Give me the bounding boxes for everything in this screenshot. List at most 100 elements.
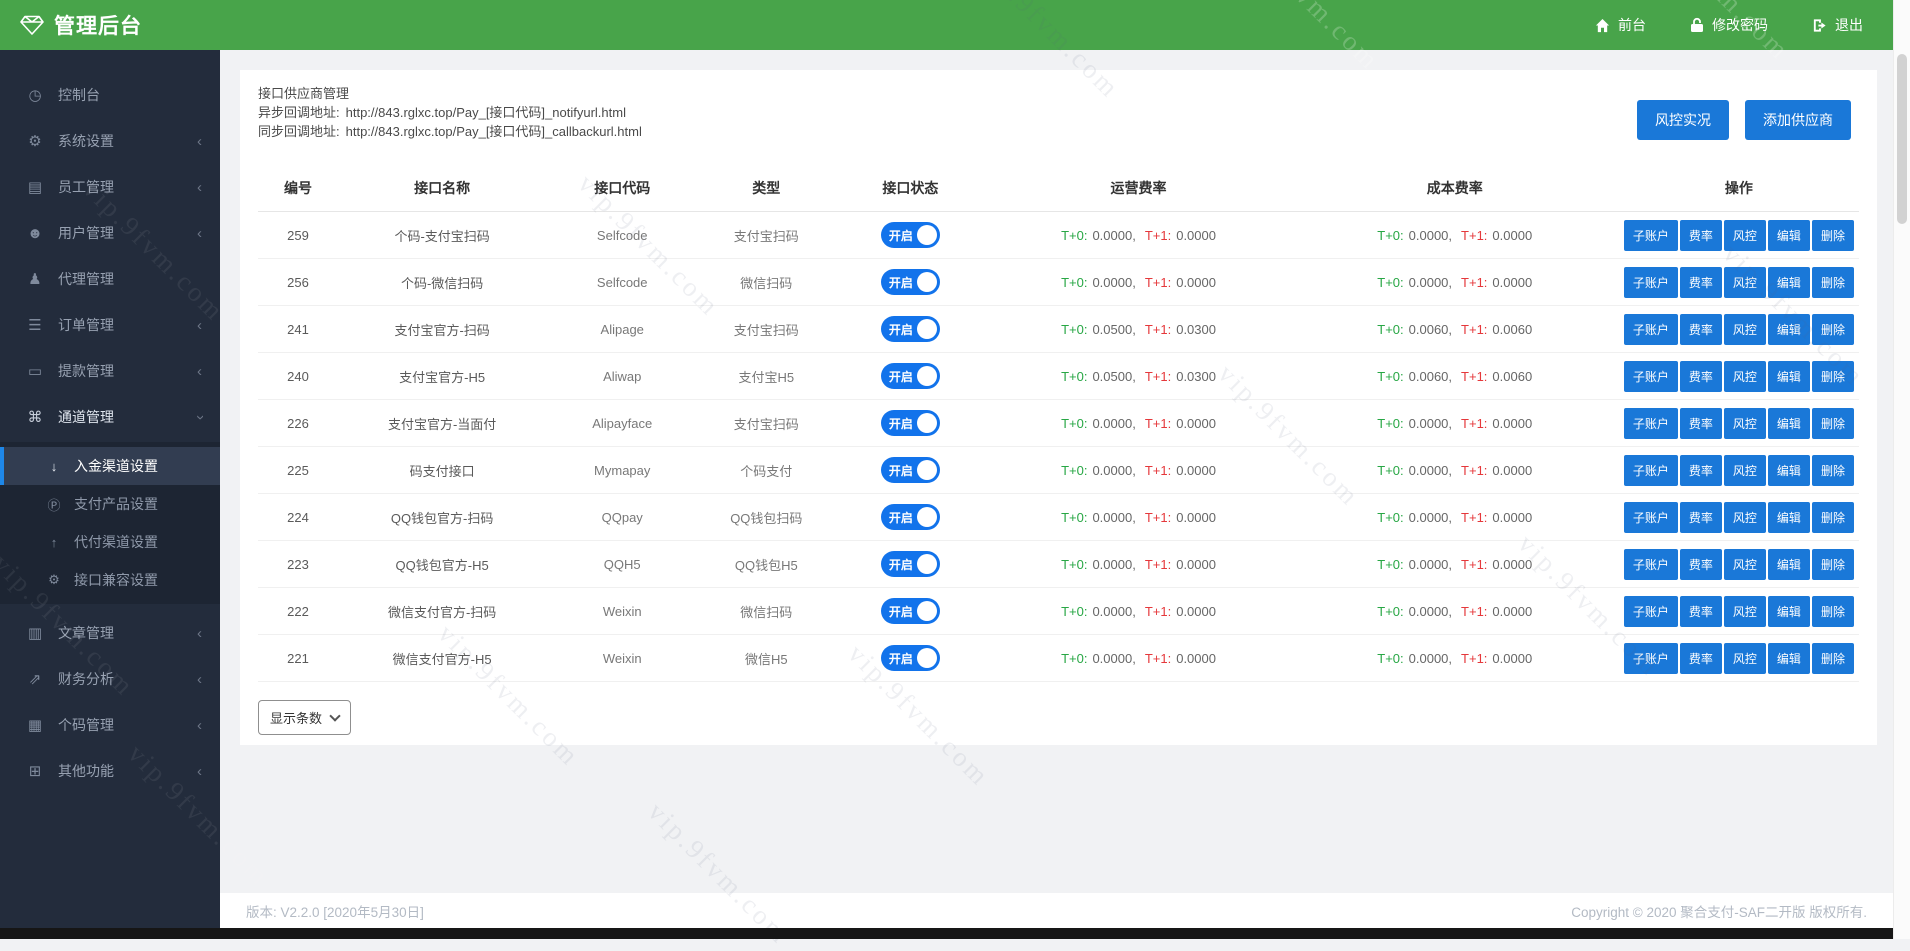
status-toggle[interactable]: 开启 xyxy=(881,222,940,248)
status-toggle[interactable]: 开启 xyxy=(881,316,940,342)
status-toggle[interactable]: 开启 xyxy=(881,269,940,295)
fee-rate-button[interactable]: 费率 xyxy=(1680,408,1722,439)
delete-button[interactable]: 删除 xyxy=(1812,361,1854,392)
subaccount-button[interactable]: 子账户 xyxy=(1624,643,1678,674)
fee-rate-button[interactable]: 费率 xyxy=(1680,643,1722,674)
sidebar-item-personal-code-management[interactable]: ▦个码管理‹ xyxy=(0,702,220,748)
delete-button[interactable]: 删除 xyxy=(1812,314,1854,345)
sidebar-item-staff-management[interactable]: ▤员工管理‹ xyxy=(0,164,220,210)
fee-rate-button[interactable]: 费率 xyxy=(1680,314,1722,345)
edit-button[interactable]: 编辑 xyxy=(1768,267,1810,298)
sidebar-item-dashboard[interactable]: ◷控制台 xyxy=(0,72,220,118)
delete-button[interactable]: 删除 xyxy=(1812,220,1854,251)
op-rate-cell: T+0:0.0500,T+1:0.0300 xyxy=(986,306,1290,353)
sidebar-item-article-management[interactable]: ▥文章管理‹ xyxy=(0,610,220,656)
edit-button[interactable]: 编辑 xyxy=(1768,596,1810,627)
sidebar-item-order-management[interactable]: ☰订单管理‹ xyxy=(0,302,220,348)
status-toggle[interactable]: 开启 xyxy=(881,504,940,530)
subaccount-button[interactable]: 子账户 xyxy=(1624,455,1678,486)
risk-control-button[interactable]: 风控 xyxy=(1724,455,1766,486)
sidebar-subitem-interface-compat-settings[interactable]: ⚙接口兼容设置 xyxy=(0,561,220,599)
toggle-label: 开启 xyxy=(889,650,913,667)
delete-button[interactable]: 删除 xyxy=(1812,596,1854,627)
sidebar-subitem-label: 代付渠道设置 xyxy=(74,532,158,552)
nav-change-password[interactable]: 修改密码 xyxy=(1690,15,1768,35)
subaccount-button[interactable]: 子账户 xyxy=(1624,267,1678,298)
toggle-knob-icon xyxy=(917,272,937,292)
risk-control-button[interactable]: 风控 xyxy=(1724,314,1766,345)
delete-button[interactable]: 删除 xyxy=(1812,502,1854,533)
status-toggle[interactable]: 开启 xyxy=(881,363,940,389)
rate-t1-label: T+1: xyxy=(1145,416,1171,431)
risk-control-button[interactable]: 风控 xyxy=(1724,267,1766,298)
subaccount-button[interactable]: 子账户 xyxy=(1624,361,1678,392)
edit-button[interactable]: 编辑 xyxy=(1768,502,1810,533)
column-header: 运营费率 xyxy=(986,165,1290,212)
delete-button[interactable]: 删除 xyxy=(1812,455,1854,486)
fee-rate-button[interactable]: 费率 xyxy=(1680,502,1722,533)
rate-t1-label: T+1: xyxy=(1145,322,1171,337)
status-toggle[interactable]: 开启 xyxy=(881,457,940,483)
sidebar-item-agent-management[interactable]: ♟代理管理 xyxy=(0,256,220,302)
rate-t0-value: 0.0060 xyxy=(1409,369,1449,384)
sidebar-item-user-management[interactable]: ☻用户管理‹ xyxy=(0,210,220,256)
fee-rate-button[interactable]: 费率 xyxy=(1680,455,1722,486)
sidebar-subitem-deposit-channel-settings[interactable]: ↓入金渠道设置 xyxy=(0,447,220,485)
subaccount-button[interactable]: 子账户 xyxy=(1624,502,1678,533)
subaccount-button[interactable]: 子账户 xyxy=(1624,408,1678,439)
delete-button[interactable]: 删除 xyxy=(1812,408,1854,439)
delete-button[interactable]: 删除 xyxy=(1812,643,1854,674)
rate-t1-label: T+1: xyxy=(1461,416,1487,431)
table-row: 259个码-支付宝扫码Selfcode支付宝扫码开启T+0:0.0000,T+1… xyxy=(258,212,1859,259)
scrollbar-thumb[interactable] xyxy=(1897,54,1907,224)
status-toggle[interactable]: 开启 xyxy=(881,410,940,436)
sidebar-item-system-settings[interactable]: ⚙系统设置‹ xyxy=(0,118,220,164)
status-toggle[interactable]: 开启 xyxy=(881,598,940,624)
sidebar-item-other-functions[interactable]: ⊞其他功能‹ xyxy=(0,748,220,794)
delete-button[interactable]: 删除 xyxy=(1812,267,1854,298)
rate-t0-label: T+0: xyxy=(1377,463,1403,478)
edit-button[interactable]: 编辑 xyxy=(1768,314,1810,345)
nav-frontend[interactable]: 前台 xyxy=(1595,15,1646,35)
nav-logout[interactable]: 退出 xyxy=(1812,15,1863,35)
fee-rate-button[interactable]: 费率 xyxy=(1680,267,1722,298)
rate-t0-label: T+0: xyxy=(1061,651,1087,666)
risk-control-button[interactable]: 风控 xyxy=(1724,408,1766,439)
sidebar-item-finance-analysis[interactable]: ⇗财务分析‹ xyxy=(0,656,220,702)
row-type: 支付宝扫码 xyxy=(698,212,834,259)
subaccount-button[interactable]: 子账户 xyxy=(1624,549,1678,580)
edit-button[interactable]: 编辑 xyxy=(1768,455,1810,486)
fee-rate-button[interactable]: 费率 xyxy=(1680,549,1722,580)
toggle-label: 开启 xyxy=(889,227,913,244)
scrollbar-track[interactable] xyxy=(1893,0,1910,939)
status-toggle[interactable]: 开启 xyxy=(881,645,940,671)
rate-t0-label: T+0: xyxy=(1061,510,1087,525)
risk-control-button[interactable]: 风控 xyxy=(1724,502,1766,533)
risk-control-button[interactable]: 风控 xyxy=(1724,596,1766,627)
edit-button[interactable]: 编辑 xyxy=(1768,220,1810,251)
edit-button[interactable]: 编辑 xyxy=(1768,361,1810,392)
edit-button[interactable]: 编辑 xyxy=(1768,643,1810,674)
edit-button[interactable]: 编辑 xyxy=(1768,408,1810,439)
subaccount-button[interactable]: 子账户 xyxy=(1624,314,1678,345)
risk-control-button[interactable]: 风控 xyxy=(1724,361,1766,392)
subaccount-button[interactable]: 子账户 xyxy=(1624,596,1678,627)
add-provider-button[interactable]: 添加供应商 xyxy=(1745,100,1851,140)
fee-rate-button[interactable]: 费率 xyxy=(1680,361,1722,392)
delete-button[interactable]: 删除 xyxy=(1812,549,1854,580)
rate-separator: , xyxy=(1132,604,1136,619)
risk-control-button[interactable]: 风控 xyxy=(1724,549,1766,580)
risk-control-button[interactable]: 风控 xyxy=(1724,220,1766,251)
risk-control-button[interactable]: 风控 xyxy=(1724,643,1766,674)
sidebar-item-withdraw-management[interactable]: ▭提款管理‹ xyxy=(0,348,220,394)
sidebar-subitem-payment-product-settings[interactable]: Ⓟ支付产品设置 xyxy=(0,485,220,523)
status-toggle[interactable]: 开启 xyxy=(881,551,940,577)
sidebar-item-channel-management[interactable]: ⌘通道管理‹ xyxy=(0,394,220,440)
fee-rate-button[interactable]: 费率 xyxy=(1680,596,1722,627)
subaccount-button[interactable]: 子账户 xyxy=(1624,220,1678,251)
fee-rate-button[interactable]: 费率 xyxy=(1680,220,1722,251)
edit-button[interactable]: 编辑 xyxy=(1768,549,1810,580)
sidebar-subitem-payout-channel-settings[interactable]: ↑代付渠道设置 xyxy=(0,523,220,561)
page-size-select[interactable]: 显示条数 xyxy=(258,700,351,735)
risk-status-button[interactable]: 风控实况 xyxy=(1637,100,1729,140)
